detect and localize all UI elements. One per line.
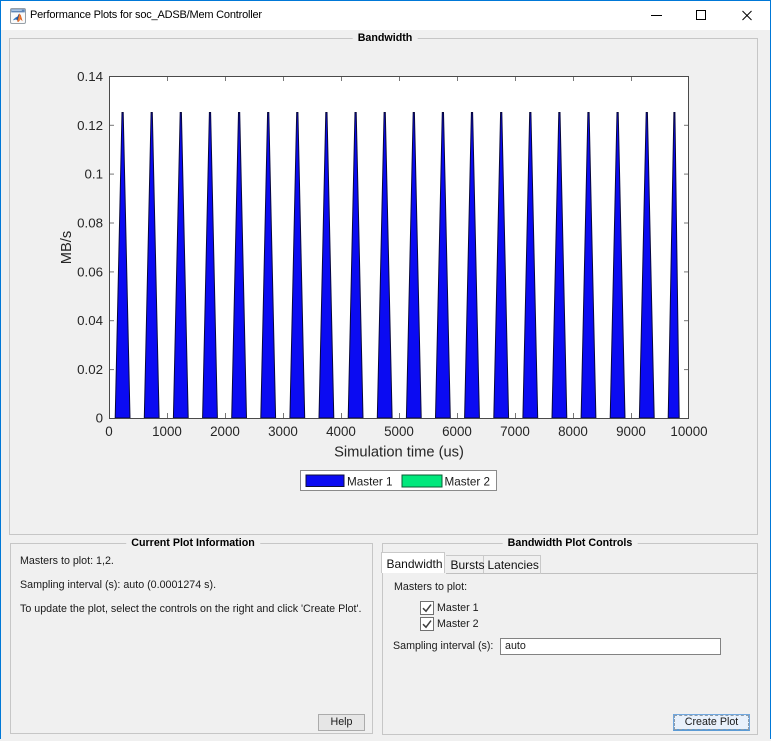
svg-text:0: 0 (96, 411, 103, 426)
svg-text:0.1: 0.1 (85, 167, 104, 182)
svg-text:Simulation time (us): Simulation time (us) (334, 445, 464, 461)
svg-text:7000: 7000 (500, 424, 530, 439)
svg-text:0.14: 0.14 (77, 69, 103, 84)
svg-text:9000: 9000 (616, 424, 646, 439)
svg-text:0.08: 0.08 (77, 216, 103, 231)
svg-text:2000: 2000 (210, 424, 240, 439)
svg-text:6000: 6000 (442, 424, 472, 439)
svg-text:0: 0 (105, 424, 112, 439)
svg-text:Master 1: Master 1 (347, 476, 392, 489)
svg-text:4000: 4000 (326, 424, 356, 439)
svg-text:3000: 3000 (268, 424, 298, 439)
svg-text:1000: 1000 (152, 424, 182, 439)
svg-text:0.06: 0.06 (77, 264, 103, 279)
svg-text:Master 2: Master 2 (445, 476, 490, 489)
svg-text:0.02: 0.02 (77, 362, 103, 377)
svg-text:8000: 8000 (558, 424, 588, 439)
svg-text:MB/s: MB/s (59, 231, 75, 264)
svg-text:5000: 5000 (384, 424, 414, 439)
svg-text:0.12: 0.12 (77, 118, 103, 133)
svg-text:10000: 10000 (670, 424, 707, 439)
svg-text:0.04: 0.04 (77, 313, 103, 328)
